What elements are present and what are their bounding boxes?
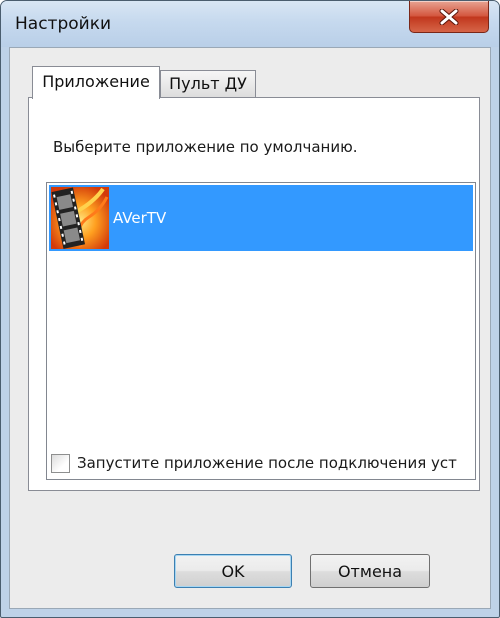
close-icon: [439, 9, 459, 25]
tab-remote-control[interactable]: Пульт ДУ: [160, 70, 256, 98]
title-bar[interactable]: Настройки: [1, 1, 499, 47]
close-button[interactable]: [409, 1, 489, 33]
window-title: Настройки: [15, 14, 112, 34]
tab-application[interactable]: Приложение: [32, 66, 160, 99]
dialog-body: Приложение Пульт ДУ Выберите приложение …: [9, 47, 491, 609]
autostart-checkbox[interactable]: [51, 454, 70, 473]
ok-button[interactable]: OK: [174, 554, 292, 588]
film-strip-app-icon: [51, 187, 109, 249]
cancel-button[interactable]: Отмена: [310, 554, 430, 588]
settings-dialog: Настройки Приложение Пульт ДУ Выберите п…: [0, 0, 500, 618]
list-item-label: AVerTV: [113, 209, 167, 227]
application-list[interactable]: AVerTV: [46, 182, 476, 480]
autostart-label[interactable]: Запустите приложение после подключения у…: [77, 454, 457, 472]
default-app-prompt: Выберите приложение по умолчанию.: [53, 138, 358, 156]
list-item-avertv[interactable]: AVerTV: [49, 185, 473, 251]
application-tab-panel: Выберите приложение по умолчанию. AVerTV: [28, 97, 480, 491]
